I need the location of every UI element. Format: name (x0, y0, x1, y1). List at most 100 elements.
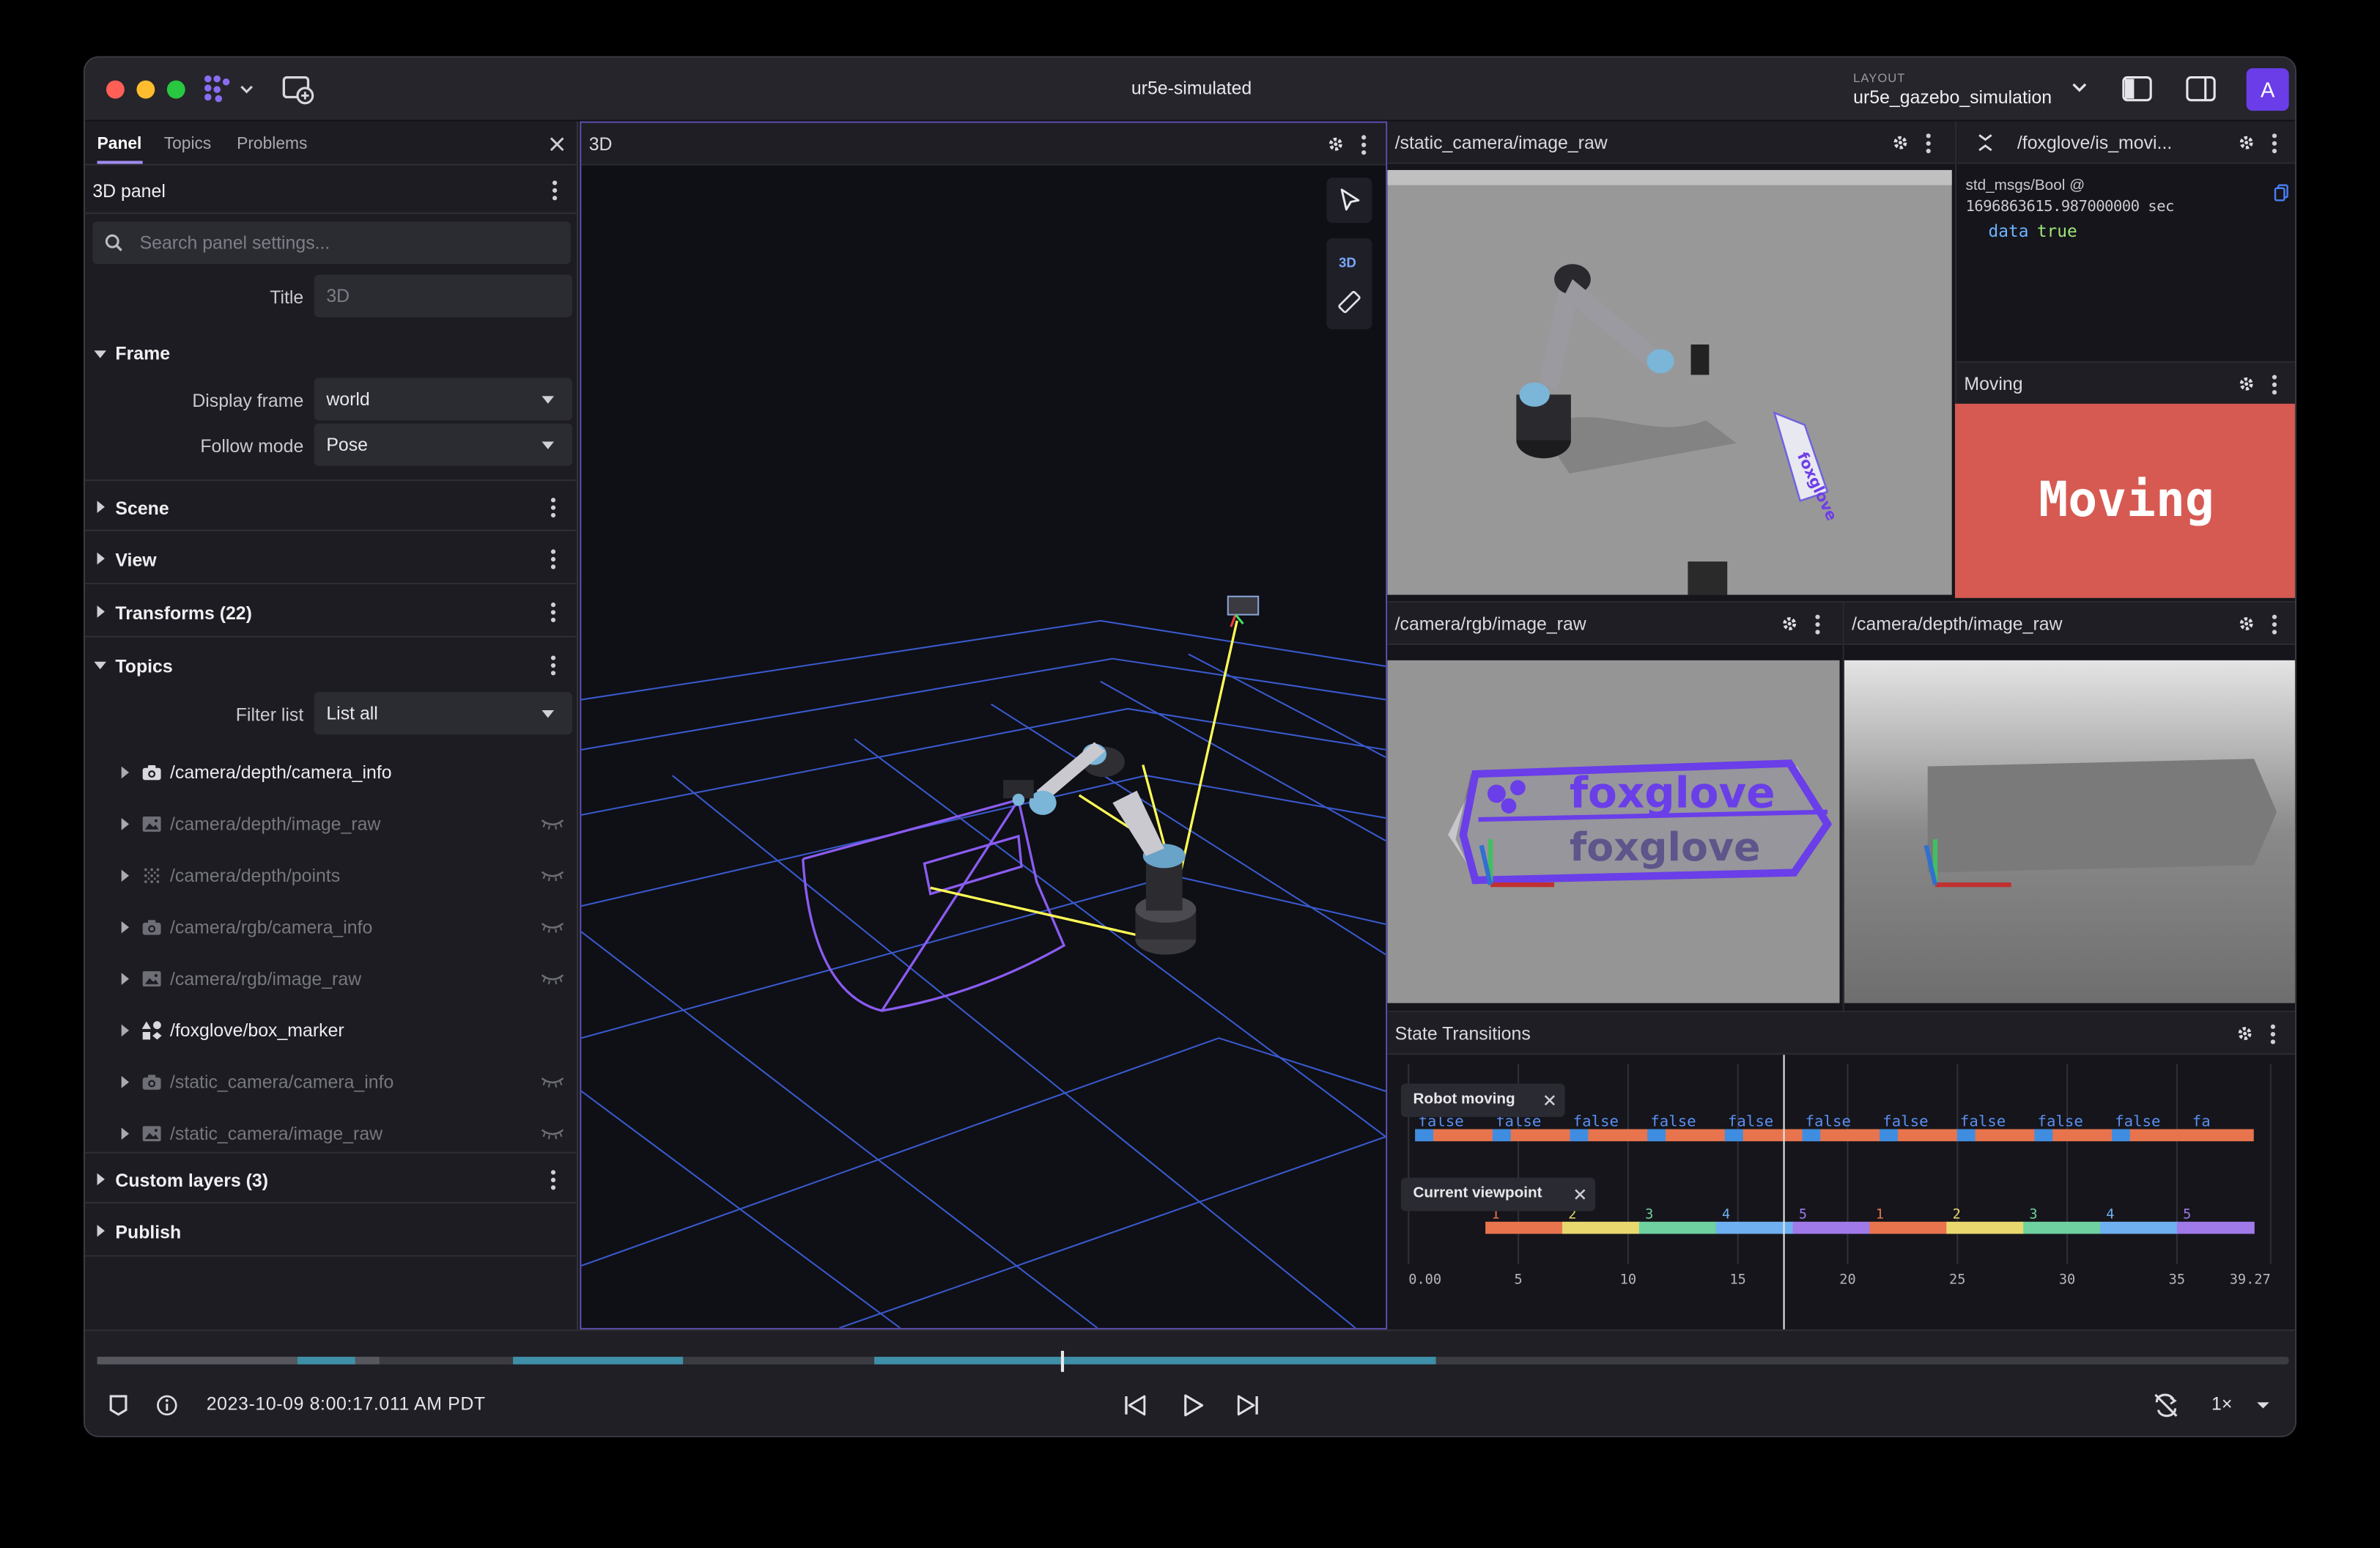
remove-series-icon[interactable] (1544, 1094, 1556, 1107)
visibility-off-icon[interactable] (540, 921, 564, 934)
3d-panel[interactable]: 3D 3D (580, 121, 1388, 1330)
expand-icon[interactable] (121, 818, 130, 830)
title-input[interactable]: 3D (314, 274, 572, 317)
transforms-menu-icon[interactable] (550, 602, 556, 625)
expand-icon[interactable] (121, 1127, 130, 1140)
scene-section-label: Scene (115, 498, 169, 520)
settings-gear-icon[interactable] (2236, 1025, 2254, 1043)
close-sidebar-icon[interactable] (550, 136, 565, 152)
playback-timestamp[interactable]: 2023-10-09 8:00:17.011 AM PDT (207, 1393, 486, 1415)
loop-off-icon[interactable] (2152, 1393, 2179, 1418)
filter-list-select[interactable]: List all (314, 692, 572, 735)
visibility-off-icon[interactable] (540, 1076, 564, 1088)
play-icon[interactable] (1181, 1393, 1205, 1418)
visibility-off-icon[interactable] (540, 973, 564, 985)
settings-gear-icon[interactable] (2237, 133, 2255, 152)
collapse-icon[interactable] (1978, 133, 1993, 152)
state-segment (1946, 1221, 2025, 1234)
filter-list-label: Filter list (235, 704, 304, 726)
scene-section-header[interactable]: Scene (84, 479, 579, 531)
panel-menu-icon[interactable] (2270, 1024, 2276, 1047)
settings-gear-icon[interactable] (1326, 135, 1345, 153)
select-tool-button[interactable] (1326, 177, 1372, 224)
search-settings-input[interactable]: Search panel settings... (92, 221, 571, 265)
topics-expand-icon (94, 661, 106, 670)
layout-chevron-down-icon[interactable] (2072, 82, 2087, 95)
seek-forward-icon[interactable] (1235, 1395, 1260, 1416)
layout-selector[interactable]: ur5e_gazebo_simulation (1853, 86, 2052, 108)
panel-menu-icon[interactable] (2272, 133, 2277, 156)
title-bar: ur5e-simulated LAYOUT ur5e_gazebo_simula… (84, 57, 2295, 122)
topic-row[interactable]: /foxglove/box_marker (85, 1005, 578, 1056)
topic-row[interactable]: /camera/rgb/image_raw (85, 953, 578, 1004)
view-section-header[interactable]: View (84, 533, 579, 585)
tab-problems[interactable]: Problems (237, 135, 307, 153)
ruler-icon[interactable] (1337, 290, 1361, 314)
toggle-right-sidebar-icon[interactable] (2186, 76, 2216, 102)
transforms-section-header[interactable]: Transforms (22) (84, 586, 579, 638)
panel-menu-icon[interactable] (552, 180, 558, 203)
settings-gear-icon[interactable] (2237, 615, 2255, 633)
playhead[interactable] (1060, 1350, 1065, 1372)
expand-icon[interactable] (121, 921, 130, 934)
remove-series-icon[interactable] (1574, 1188, 1586, 1201)
info-icon[interactable] (156, 1395, 177, 1416)
expand-icon[interactable] (121, 1024, 130, 1037)
publish-section-label: Publish (115, 1221, 182, 1243)
playback-timeline[interactable] (97, 1350, 2289, 1372)
expand-icon[interactable] (121, 766, 130, 779)
expand-icon[interactable] (121, 1076, 130, 1088)
x-tick-label: 25 (1949, 1272, 1965, 1288)
visibility-off-icon[interactable] (540, 1127, 564, 1140)
x-tick-label: 5 (1514, 1272, 1522, 1288)
depth-camera-panel[interactable]: /camera/depth/image_raw (1842, 600, 2295, 1011)
speed-chevron-down-icon[interactable] (2255, 1401, 2271, 1409)
custom-layers-section-header[interactable]: Custom layers (3) (84, 1151, 579, 1204)
copy-icon[interactable] (2274, 184, 2289, 202)
state-transitions-panel[interactable]: State Transitions 0.00 5 10 15 20 25 30 35 39.27… (1387, 1011, 2295, 1330)
frame-section-header[interactable]: Frame (85, 328, 578, 379)
3d-scene-viewport[interactable] (581, 165, 1386, 1328)
visibility-off-icon[interactable] (540, 818, 564, 830)
state-label: 4 (1722, 1207, 1730, 1223)
rgb-camera-panel[interactable]: /camera/rgb/image_raw foxglove foxglove (1387, 600, 1843, 1011)
user-avatar[interactable]: A (2246, 68, 2289, 111)
expand-icon[interactable] (121, 973, 130, 985)
custom-layers-menu-icon[interactable] (550, 1170, 556, 1193)
panel-menu-icon[interactable] (2272, 375, 2277, 397)
expand-icon[interactable] (121, 869, 130, 882)
visibility-off-icon[interactable] (540, 869, 564, 882)
3d-mode-toggle[interactable]: 3D (1339, 255, 1356, 270)
topic-row[interactable]: /camera/rgb/camera_info (85, 902, 578, 953)
view-menu-icon[interactable] (550, 549, 556, 572)
camera-icon (141, 762, 163, 783)
image-icon (141, 968, 163, 989)
publish-section-header[interactable]: Publish (84, 1205, 579, 1257)
panel-menu-icon[interactable] (2272, 614, 2277, 638)
topics-section-header[interactable]: Topics (85, 639, 578, 690)
panel-menu-icon[interactable] (1361, 135, 1367, 158)
series-chip-robot-moving: Robot moving (1400, 1083, 1565, 1117)
seek-backward-icon[interactable] (1123, 1395, 1148, 1416)
tab-topics[interactable]: Topics (164, 135, 212, 153)
settings-gear-icon[interactable] (2237, 375, 2255, 393)
bookmark-icon[interactable] (109, 1395, 128, 1416)
topic-row[interactable]: /camera/depth/points (85, 850, 578, 902)
panel-menu-icon[interactable] (1815, 614, 1820, 638)
panel-menu-icon[interactable] (1926, 133, 1931, 156)
static-camera-panel[interactable]: /static_camera/image_raw foxglove (1387, 121, 1955, 601)
settings-gear-icon[interactable] (1781, 615, 1799, 633)
topic-row[interactable]: /camera/depth/image_raw (85, 798, 578, 849)
playback-speed[interactable]: 1× (2211, 1393, 2232, 1415)
tab-panel[interactable]: Panel (97, 135, 142, 153)
settings-gear-icon[interactable] (1891, 133, 1910, 152)
scene-menu-icon[interactable] (550, 498, 556, 520)
custom-layers-section-label: Custom layers (3) (115, 1170, 269, 1192)
topics-menu-icon[interactable] (550, 655, 556, 678)
topic-row[interactable]: /static_camera/camera_info (85, 1056, 578, 1107)
toggle-left-sidebar-icon[interactable] (2122, 76, 2152, 102)
state-label: 3 (1645, 1207, 1653, 1223)
follow-mode-select[interactable]: Pose (314, 423, 572, 466)
display-frame-select[interactable]: world (314, 377, 572, 421)
topic-row[interactable]: /camera/depth/camera_info (85, 747, 578, 798)
